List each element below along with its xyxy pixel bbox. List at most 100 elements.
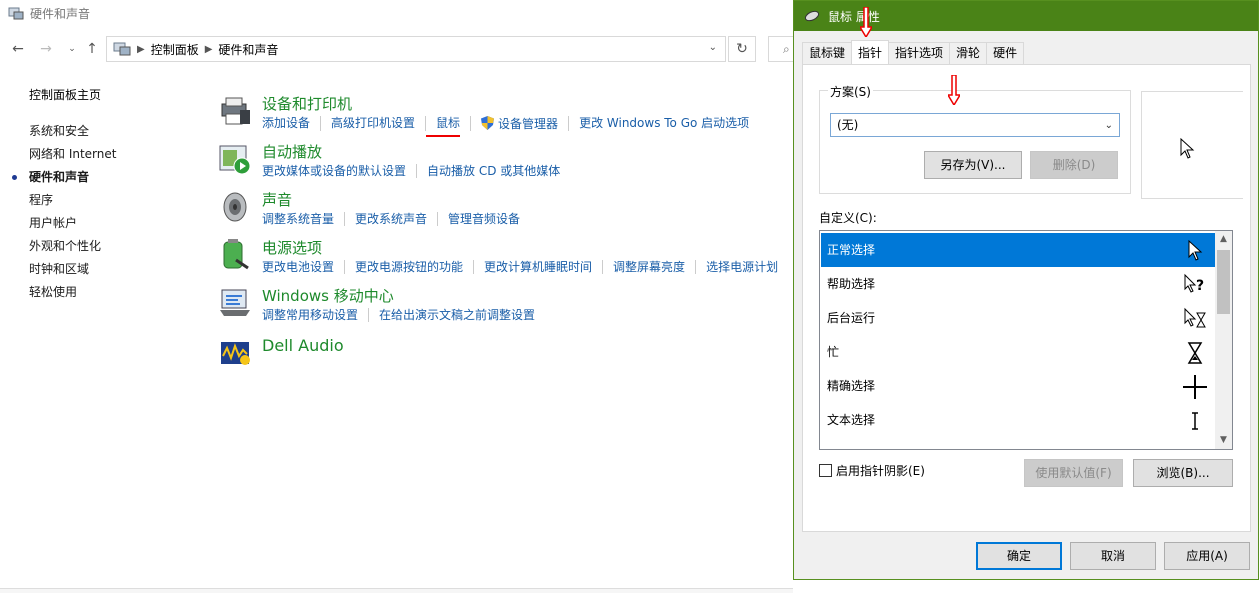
category-dell-audio: Dell Audio (218, 336, 798, 382)
tab-hardware[interactable]: 硬件 (986, 42, 1025, 64)
link-sleep-time[interactable]: 更改计算机睡眠时间 (473, 260, 602, 274)
mobility-center-icon[interactable] (218, 286, 252, 320)
crosshair-cursor-icon (1183, 375, 1207, 399)
cursor-list-scrollbar[interactable]: ▲ ▼ (1215, 231, 1232, 449)
text-beam-cursor-icon (1192, 412, 1198, 430)
nav-item-appearance[interactable]: 外观和个性化 (29, 235, 116, 258)
ok-button[interactable]: 确定 (976, 542, 1062, 570)
cursor-row-normal-select[interactable]: 正常选择 (821, 233, 1215, 267)
link-device-manager[interactable]: 设备管理器 (470, 116, 568, 131)
breadcrumb-hardware-sound[interactable]: 硬件和声音 (218, 41, 278, 58)
browse-button[interactable]: 浏览(B)... (1133, 459, 1233, 487)
dialog-title: 鼠标 属性 (828, 9, 880, 24)
cancel-button[interactable]: 取消 (1070, 542, 1156, 570)
breadcrumb-control-panel[interactable]: 控制面板 (151, 41, 199, 58)
nav-item-ease-of-access[interactable]: 轻松使用 (29, 281, 116, 304)
enable-shadow-label: 启用指针阴影(E) (836, 464, 925, 478)
scroll-up-icon[interactable]: ▲ (1215, 231, 1232, 248)
chevron-down-icon: ⌄ (1104, 120, 1113, 131)
cursor-row-busy[interactable]: 忙 (821, 335, 1215, 369)
category-sound: 声音 调整系统音量 更改系统声音 管理音频设备 (218, 190, 798, 236)
category-title-mobility-center[interactable]: Windows 移动中心 (262, 285, 394, 306)
category-title-sound[interactable]: 声音 (262, 189, 292, 210)
scroll-down-icon[interactable]: ▼ (1215, 432, 1232, 449)
tab-wheel[interactable]: 滑轮 (949, 42, 988, 64)
category-autoplay: 自动播放 更改媒体或设备的默认设置 自动播放 CD 或其他媒体 (218, 142, 798, 188)
apply-button[interactable]: 应用(A) (1164, 542, 1250, 570)
link-mobility-settings[interactable]: 调整常用移动设置 (262, 308, 368, 322)
uac-shield-icon (481, 116, 495, 130)
tab-buttons[interactable]: 鼠标键 (802, 42, 853, 64)
category-title-power-options[interactable]: 电源选项 (262, 237, 322, 258)
address-bar[interactable]: ▶ 控制面板 ▶ 硬件和声音 ⌄ (106, 36, 726, 62)
speaker-icon[interactable] (218, 190, 252, 224)
cursor-row-precision[interactable]: 精确选择 (821, 369, 1215, 403)
link-battery-settings[interactable]: 更改电池设置 (262, 260, 344, 274)
nav-item-user-accounts[interactable]: 用户帐户 (29, 212, 116, 235)
link-mouse[interactable]: 鼠标 (425, 116, 470, 137)
save-as-button[interactable]: 另存为(V)... (924, 151, 1022, 179)
breadcrumb-separator-icon: ▶ (137, 43, 145, 55)
category-title-dell-audio[interactable]: Dell Audio (262, 336, 344, 355)
forward-arrow-icon[interactable]: → (36, 39, 56, 59)
search-icon: ⌕ (783, 41, 790, 56)
cursor-row-label: 正常选择 (827, 243, 876, 257)
scroll-thumb[interactable] (1217, 250, 1230, 314)
nav-item-system-security[interactable]: 系统和安全 (29, 120, 116, 143)
address-dropdown-icon[interactable]: ⌄ (709, 42, 717, 53)
breadcrumb-separator-icon: ▶ (204, 43, 213, 55)
left-nav: 控制面板主页 系统和安全 网络和 Internet 硬件和声音 程序 用户帐户 … (11, 86, 116, 304)
link-screen-brightness[interactable]: 调整屏幕亮度 (602, 260, 695, 274)
link-manage-audio-devices[interactable]: 管理音频设备 (437, 212, 530, 226)
link-change-media-defaults[interactable]: 更改媒体或设备的默认设置 (262, 164, 416, 178)
cursor-row-working[interactable]: 后台运行 (821, 301, 1215, 335)
busy-hourglass-icon (1187, 342, 1203, 364)
refresh-icon[interactable]: ↻ (728, 36, 756, 62)
cursor-row-label: 精确选择 (827, 379, 876, 393)
category-power-options: 电源选项 更改电池设置 更改电源按钮的功能 更改计算机睡眠时间 调整屏幕亮度 选… (218, 238, 798, 284)
nav-home-link[interactable]: 控制面板主页 (29, 86, 116, 104)
scheme-select[interactable]: (无) ⌄ (830, 113, 1120, 137)
nav-item-programs[interactable]: 程序 (29, 189, 116, 212)
recent-dropdown-icon[interactable]: ⌄ (62, 39, 82, 59)
nav-item-hardware-sound[interactable]: 硬件和声音 (11, 166, 116, 189)
category-title-devices-printers[interactable]: 设备和打印机 (262, 93, 352, 114)
cursor-list[interactable]: 正常选择 帮助选择 ? 后台运行 忙 精确选择 文本选择 ▲ ▼ (819, 230, 1233, 450)
nav-item-network[interactable]: 网络和 Internet (29, 143, 116, 166)
battery-icon[interactable] (218, 238, 252, 272)
link-add-device[interactable]: 添加设备 (262, 116, 320, 131)
link-windows-to-go[interactable]: 更改 Windows To Go 启动选项 (568, 116, 759, 131)
enable-shadow-checkbox[interactable]: 启用指针阴影(E) (819, 462, 925, 479)
back-arrow-icon[interactable]: ← (8, 39, 28, 59)
link-device-manager-label: 设备管理器 (498, 117, 559, 131)
delete-button[interactable]: 删除(D) (1030, 151, 1118, 179)
tab-pointer-options[interactable]: 指针选项 (888, 42, 951, 64)
cp-title-text: 硬件和声音 (30, 6, 91, 21)
preview-arrow-cursor-icon (1180, 138, 1195, 159)
link-advanced-printer-setup[interactable]: 高级打印机设置 (320, 116, 425, 131)
mouse-properties-dialog: 鼠标 属性 鼠标键 指针 指针选项 滑轮 硬件 方案(S) (无) ⌄ 另存为(… (793, 0, 1259, 580)
link-change-system-sounds[interactable]: 更改系统声音 (344, 212, 437, 226)
autoplay-icon[interactable] (218, 142, 252, 176)
link-power-plan[interactable]: 选择电源计划 (695, 260, 788, 274)
link-presentation-settings[interactable]: 在给出演示文稿之前调整设置 (368, 308, 545, 322)
nav-item-clock-region[interactable]: 时钟和区域 (29, 258, 116, 281)
link-adjust-volume[interactable]: 调整系统音量 (262, 212, 344, 226)
status-strip (0, 588, 793, 593)
help-cursor-icon: ? (1184, 273, 1204, 294)
up-arrow-icon[interactable]: ↑ (82, 39, 102, 59)
dell-audio-icon[interactable] (218, 336, 252, 370)
arrow-cursor-icon (1188, 239, 1203, 261)
cursor-row-label: 文本选择 (827, 413, 876, 427)
link-power-button[interactable]: 更改电源按钮的功能 (344, 260, 473, 274)
address-control-panel-icon (113, 42, 131, 56)
cursor-row-help-select[interactable]: 帮助选择 ? (821, 267, 1215, 301)
checkbox-box[interactable] (819, 464, 832, 477)
category-title-autoplay[interactable]: 自动播放 (262, 141, 322, 162)
tab-pointers[interactable]: 指针 (851, 40, 890, 64)
scheme-label: 方案(S) (828, 83, 873, 100)
cursor-row-text-select[interactable]: 文本选择 (821, 403, 1215, 437)
printer-icon[interactable] (218, 94, 252, 128)
link-autoplay-cd[interactable]: 自动播放 CD 或其他媒体 (416, 164, 570, 178)
use-default-button[interactable]: 使用默认值(F) (1024, 459, 1123, 487)
